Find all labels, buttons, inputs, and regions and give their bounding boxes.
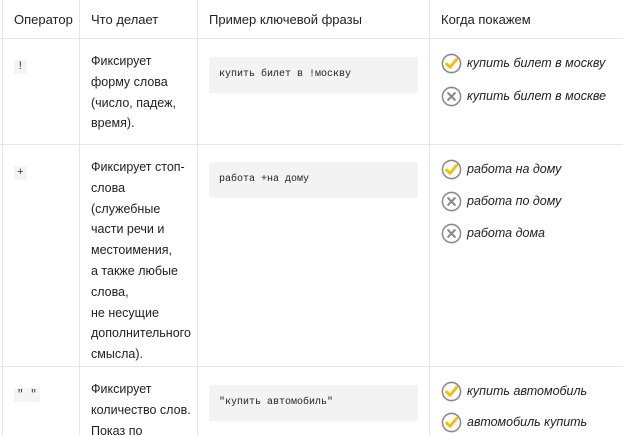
row-divider [0,144,623,145]
result-item: купить билет в москве [441,84,606,108]
header-operator: Оператор [14,12,73,27]
operator-plus: + [14,166,27,180]
column-divider [429,0,430,435]
operator-exclamation: ! [14,60,27,74]
result-item: автомобиль купить [441,410,587,434]
header-divider [0,38,623,39]
column-divider [79,0,80,435]
cross-circle-icon [441,86,462,106]
header-when-shown: Когда покажем [441,12,531,27]
check-circle-icon [441,381,462,401]
example-phrase: "купить автомобиль" [219,397,334,408]
header-what-it-does: Что делает [91,12,159,27]
operator-description: Фиксирует стоп- слова (служебные части р… [91,160,191,362]
column-divider [197,0,198,435]
operators-table: Оператор Что делает Пример ключевой фраз… [0,0,623,435]
table-row: + [14,162,27,180]
result-item: купить автомобиль [441,379,587,403]
cross-circle-icon [441,223,462,243]
operator-description: Фиксирует форму слова (число, падеж, вре… [91,54,176,131]
cross-circle-icon [441,191,462,211]
example-phrase: работа +на дому [219,174,310,185]
table-border-left [2,0,3,435]
check-circle-icon [441,412,462,432]
result-item: работа на дому [441,157,561,181]
example-phrase: купить билет в !москву [219,69,352,80]
result-item: работа дома [441,221,545,245]
table-row: " " [14,384,40,402]
check-circle-icon [441,159,462,179]
operator-quotes: " " [14,388,40,402]
header-example-phrase: Пример ключевой фразы [209,12,362,27]
check-circle-icon [441,53,462,73]
operator-description: Фиксирует количество слов. Показ по [91,382,191,435]
row-divider [0,366,623,367]
result-item: купить билет в москву [441,51,605,75]
table-row: ! [14,56,27,74]
result-item: работа по дому [441,189,561,213]
